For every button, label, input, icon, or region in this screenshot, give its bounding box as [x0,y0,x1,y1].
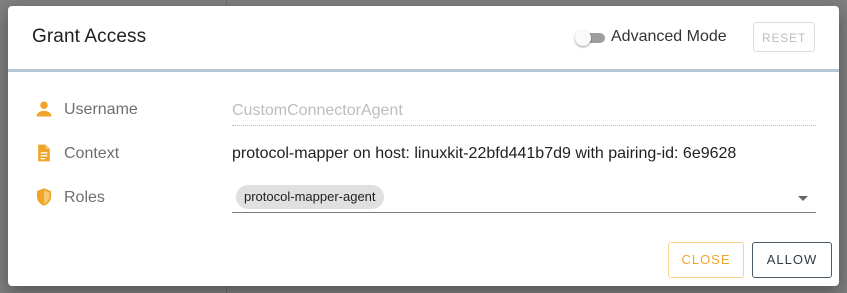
chevron-down-icon[interactable] [798,196,808,201]
close-button[interactable]: CLOSE [668,242,744,278]
allow-button[interactable]: ALLOW [752,242,832,278]
advanced-mode-label: Advanced Mode [611,28,727,45]
advanced-mode-toggle[interactable] [575,30,605,46]
reset-button[interactable]: RESET [753,22,815,52]
username-input[interactable] [232,100,816,122]
dialog-title: Grant Access [32,26,147,47]
person-icon [36,101,52,117]
username-label: Username [64,101,138,118]
username-underline [232,125,816,126]
context-label: Context [64,145,120,162]
dialog-header: Grant Access Advanced Mode RESET [8,6,839,70]
document-icon [38,144,50,162]
roles-label: Roles [64,189,105,206]
roles-underline [232,212,816,213]
context-row: Context protocol-mapper on host: linuxki… [8,134,839,174]
header-divider [8,69,839,72]
role-chip[interactable]: protocol-mapper-agent [236,185,384,209]
username-field-wrapper [232,100,816,122]
toggle-thumb [575,30,591,46]
username-row: Username [8,90,839,130]
shield-icon [36,188,52,206]
context-value: protocol-mapper on host: linuxkit-22bfd4… [232,145,737,162]
grant-access-dialog: Grant Access Advanced Mode RESET Usernam… [8,6,839,286]
